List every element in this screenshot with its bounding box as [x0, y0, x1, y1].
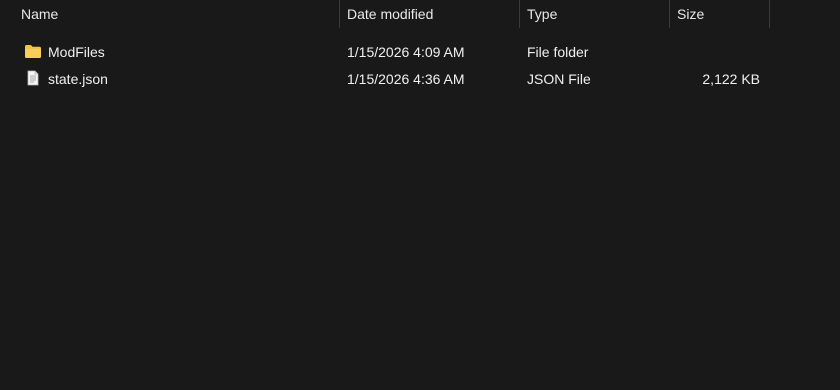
file-row-state-json[interactable]: state.json 1/15/2026 4:36 AM JSON File 2…	[0, 65, 840, 92]
column-header-type[interactable]: Type	[527, 0, 669, 28]
column-separator-date-modified[interactable]	[519, 0, 520, 28]
file-type: JSON File	[527, 70, 591, 87]
file-size: 2,122 KB	[702, 70, 760, 87]
column-header-name[interactable]: Name ⌃	[21, 0, 339, 28]
column-header-name-label: Name	[21, 6, 59, 22]
column-header-size[interactable]: Size	[677, 0, 769, 28]
file-row-modfiles[interactable]: ModFiles 1/15/2026 4:09 AM File folder	[0, 38, 840, 65]
column-header-size-label: Size	[677, 6, 705, 22]
file-name: ModFiles	[48, 43, 105, 60]
file-size	[677, 38, 760, 65]
file-name: state.json	[48, 70, 108, 87]
file-explorer: Name ⌃ Date modified Type Size ModFiles …	[0, 0, 840, 390]
file-icon	[24, 70, 42, 86]
column-header-type-label: Type	[527, 6, 558, 22]
column-header-date-modified[interactable]: Date modified	[347, 0, 519, 28]
folder-icon	[24, 43, 42, 59]
column-header-bar: Name ⌃ Date modified Type Size	[0, 0, 840, 28]
column-separator-size[interactable]	[769, 0, 770, 28]
file-date-modified: 1/15/2026 4:09 AM	[347, 43, 465, 60]
file-type: File folder	[527, 43, 589, 60]
sort-chevron-icon: ⌃	[193, 0, 201, 5]
column-separator-name[interactable]	[339, 0, 340, 28]
file-date-modified: 1/15/2026 4:36 AM	[347, 70, 465, 87]
column-header-date-modified-label: Date modified	[347, 6, 434, 22]
column-separator-type[interactable]	[669, 0, 670, 28]
